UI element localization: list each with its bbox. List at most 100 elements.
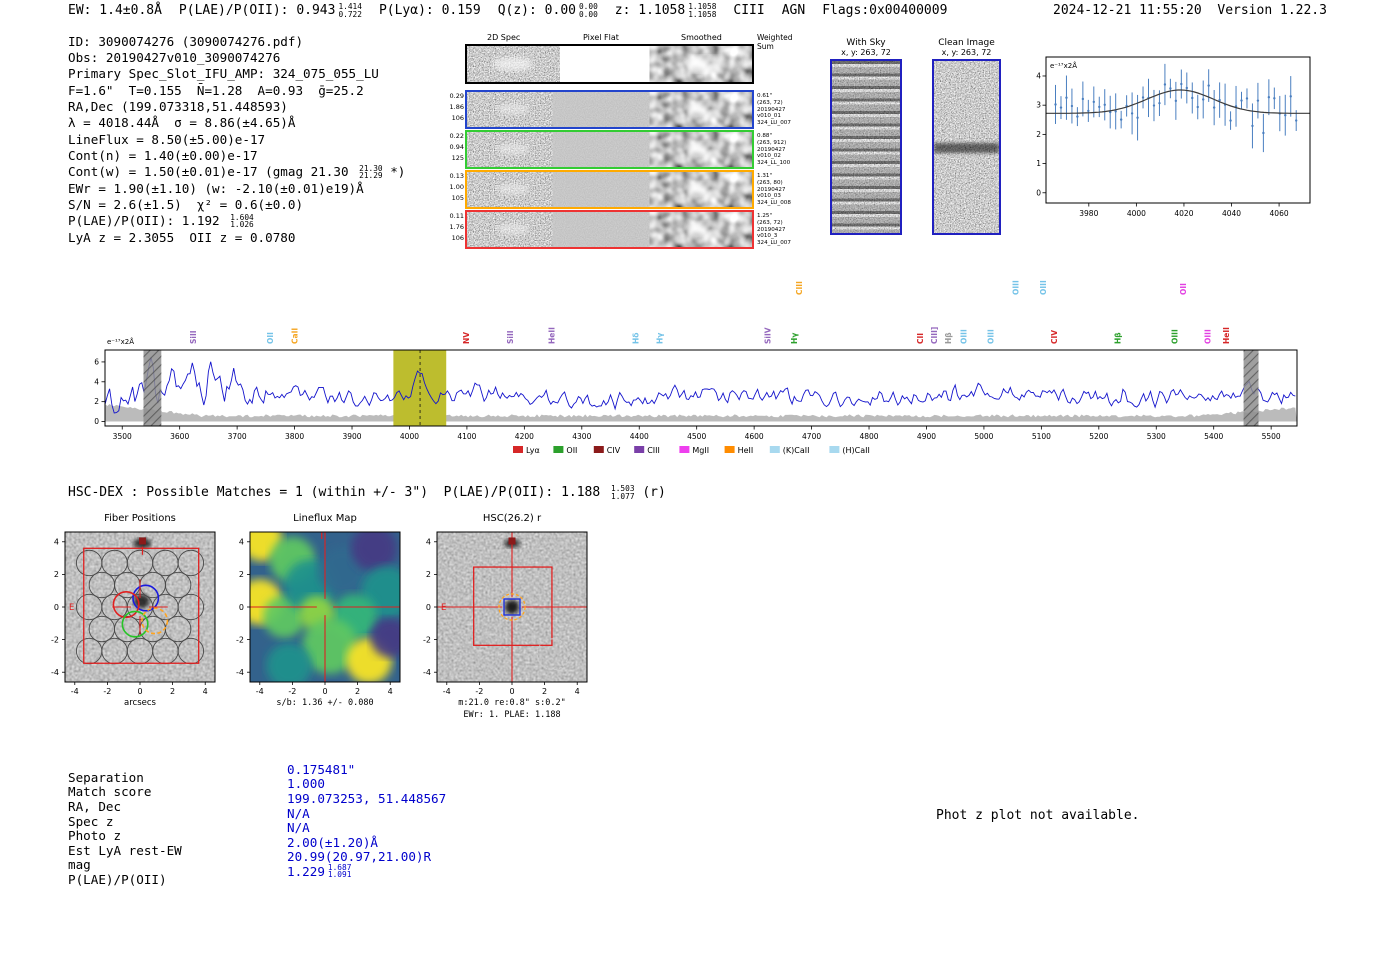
spec2d-row-annotation: 0.88" (263, 912) 20190427 v010_02 324_LL_100 <box>757 133 791 167</box>
table-row-label: Spec z <box>68 813 114 829</box>
axis-tick-label: -2 <box>103 687 111 696</box>
axis-tick-label: 4500 <box>687 432 706 441</box>
emission-line-label: CII <box>916 333 925 344</box>
table-row: Photo z N/A <box>68 820 446 843</box>
emission-line-label: OII <box>266 332 275 344</box>
cutout-caption: m:21.0 re:0.8" s:0.2" <box>458 698 565 708</box>
axis-tick-label: 4 <box>239 538 244 547</box>
cutout-image: E <box>437 532 587 682</box>
axis-tick-label: 0 <box>54 603 59 612</box>
uncertainty-fraction: 21.30 21.29 <box>359 163 383 180</box>
spec2d-row-strip <box>467 132 752 167</box>
north-marker <box>138 537 146 545</box>
axis-tick-label: 4 <box>388 687 393 696</box>
legend-label: CIV <box>607 446 621 455</box>
axis-tick-label: 4900 <box>917 432 936 441</box>
axis-tick-label: 4 <box>575 687 580 696</box>
emission-line-label: CIII <box>795 281 804 295</box>
uncertainty-fraction: 1.503 1.077 <box>611 484 635 501</box>
axis-tick-label: -4 <box>51 668 59 677</box>
info-line: LineFlux = 8.50(±5.00)e-17 <box>68 131 266 147</box>
units-annotation: e⁻¹⁷x2Å <box>1050 61 1077 70</box>
legend-label: (H)CaII <box>842 446 869 455</box>
legend-label: OII <box>566 446 577 455</box>
version-label: Version 1.22.3 <box>1217 3 1327 18</box>
table-row-value: 20.99(20.97,21.00)R <box>287 849 432 865</box>
emission-line-label: OIII <box>1039 280 1048 295</box>
axis-tick-label: 2 <box>1036 130 1041 139</box>
axis-tick-label: 4200 <box>515 432 534 441</box>
axis-tick-label: 1 <box>1036 159 1041 168</box>
table-row-value: 199.073253, 51.448567 <box>287 790 447 806</box>
axis-tick-label: 3600 <box>170 432 189 441</box>
axis-tick-label: 2 <box>239 570 244 579</box>
axis-tick-label: 2 <box>54 570 59 579</box>
emission-line-label: CIII] <box>930 327 939 344</box>
cutout-caption: s/b: 1.36 +/- 0.080 <box>276 698 373 708</box>
axis-tick-label: 4800 <box>859 432 878 441</box>
axis-tick-label: 4 <box>94 377 99 386</box>
emission-line-label: Hβ <box>944 332 953 344</box>
axis-tick-label: 4700 <box>802 432 821 441</box>
header-summary-row: EW: 1.4±0.8Å P(LAE)/P(OII): 0.943 1.414 0.7… <box>68 2 964 19</box>
spec2d-row-annotation: 1.31" (263, 80) 20190427 v010_03 324_LU_008 <box>757 173 791 207</box>
timestamp-text: 2024-12-21 11:55:20 <box>1053 3 1202 18</box>
table-row-value: N/A <box>287 820 310 836</box>
table-row: P(LAE)/P(OII) 1.229 1.687 1.091 <box>68 863 446 887</box>
info-line: Obs: 20190427v010_3090074276 <box>68 50 281 66</box>
info-line: LyA z = 2.3055 OII z = 0.0780 <box>68 229 296 245</box>
axis-tick-label: 4 <box>1036 71 1041 80</box>
line-fit-plot: 3980 4000 4020 4040 4060 0 1 2 3 4 e⁻¹⁷x2Å <box>1036 56 1311 218</box>
axis-tick-label: 3900 <box>342 432 361 441</box>
emission-line-label: CaII <box>291 328 300 344</box>
uncertainty-fraction: 0.00 0.00 <box>578 2 598 19</box>
axis-tick-label: 0 <box>426 603 431 612</box>
axis-tick-label: 4 <box>426 538 431 547</box>
axis-tick-label: 3980 <box>1079 209 1098 218</box>
with-sky-panel: With Sky x, y: 263, 72 <box>829 38 903 235</box>
spec2d-row-strip <box>467 172 752 207</box>
axis-tick-label: 4600 <box>745 432 764 441</box>
emission-line-label: Hγ <box>790 333 799 344</box>
table-row: mag 20.99(20.97,21.00)R <box>68 849 446 872</box>
clean-image-title: Clean Image <box>938 38 995 48</box>
weighted-sum-image <box>467 46 752 82</box>
legend-swatch <box>829 446 840 453</box>
axis-tick-label: 2 <box>542 687 547 696</box>
info-line: ID: 3090074276 (3090074276.pdf) <box>68 33 304 49</box>
spec2d-row-annotation: 0.61" (263, 72) 20190427 v010_01 324_LU_007 <box>757 93 791 127</box>
axis-tick-label: 3800 <box>285 432 304 441</box>
hsc-match-header: HSC-DEX : Possible Matches = 1 (within +… <box>68 484 666 501</box>
emission-line-label: SiIV <box>763 327 772 344</box>
header-segment: CIII <box>733 3 765 18</box>
emission-line-label: OII <box>1179 283 1188 295</box>
legend-swatch <box>634 446 645 453</box>
axis-tick-label: 4020 <box>1174 209 1193 218</box>
uncertainty-fraction: 1.687 1.091 <box>327 863 352 880</box>
header-segment: AGN <box>781 3 806 18</box>
info-line: Cont(n) = 1.40(±0.00)e-17 <box>68 148 258 164</box>
with-sky-title: With Sky <box>846 38 886 48</box>
spec2d-row-weights: 0.22 0.94 125 <box>449 132 464 162</box>
axis-tick-label: 4 <box>203 687 208 696</box>
with-sky-image <box>830 59 902 235</box>
axis-tick-label: 4 <box>54 538 59 547</box>
emission-line-label: Hβ <box>1113 332 1122 344</box>
axis-tick-label: 4000 <box>1127 209 1146 218</box>
legend-swatch <box>769 446 780 453</box>
col-header-pixelflat: Pixel Flat <box>583 33 619 42</box>
emission-line-label: OIII <box>1204 329 1213 344</box>
axis-tick-label: 5300 <box>1147 432 1166 441</box>
info-line: P(LAE)/P(OII): 1.192 1.604 1.026 <box>68 212 254 229</box>
axis-tick-label: 2 <box>426 570 431 579</box>
axis-tick-label: 5000 <box>974 432 993 441</box>
emission-line-label: HeII <box>547 327 556 344</box>
axis-xlabel: arcsecs <box>124 698 157 708</box>
axis-tick-label: 5500 <box>1262 432 1281 441</box>
axis-tick-label: 0 <box>509 687 514 696</box>
axis-tick-label: -2 <box>475 687 483 696</box>
table-row-label: Est LyA rest-EW <box>68 842 182 858</box>
info-line: EWr = 1.90(±1.10) (w: -2.10(±0.01)e19)Å <box>68 180 364 196</box>
spec2d-row-weights: 0.13 1.00 105 <box>449 172 464 202</box>
source-info-block: ID: 3090074276 (3090074276.pdf) Obs: 2019… <box>68 33 405 245</box>
